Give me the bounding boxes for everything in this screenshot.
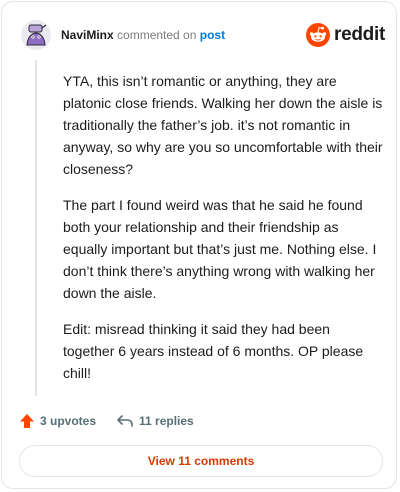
post-link[interactable]: post <box>200 28 225 42</box>
upvote-button[interactable]: 3 upvotes <box>19 413 96 429</box>
avatar-icon <box>21 20 51 50</box>
upvote-count: 3 upvotes <box>40 414 97 428</box>
comment-paragraph: Edit: misread thinking it said they had … <box>63 321 364 381</box>
thread-line <box>35 60 37 396</box>
replies-button[interactable]: 11 replies <box>116 413 194 429</box>
comment-paragraph: The part I found weird was that he said … <box>63 197 377 301</box>
comment-card: NaviMinx commented on post reddit YTA, t… <box>1 1 397 489</box>
reddit-logo[interactable]: reddit <box>306 22 385 48</box>
reddit-snoo-icon <box>306 23 331 47</box>
reply-arrow-icon <box>117 415 133 427</box>
comment-byline: NaviMinx commented on post <box>61 28 225 42</box>
comment-paragraph: YTA, this isn’t romantic or anything, th… <box>63 73 383 177</box>
commented-on-text: commented on <box>117 28 197 42</box>
view-comments-button[interactable]: View 11 comments <box>19 445 383 477</box>
comment-actions: 3 upvotes 11 replies <box>19 410 194 432</box>
comment-body: YTA, this isn’t romantic or anything, th… <box>63 70 385 398</box>
username[interactable]: NaviMinx <box>61 28 114 42</box>
upvote-arrow-icon <box>20 414 34 428</box>
reddit-wordmark: reddit <box>334 24 385 45</box>
reply-count: 11 replies <box>139 414 194 428</box>
user-avatar[interactable] <box>21 20 51 50</box>
comment-header: NaviMinx commented on post reddit <box>21 20 387 52</box>
